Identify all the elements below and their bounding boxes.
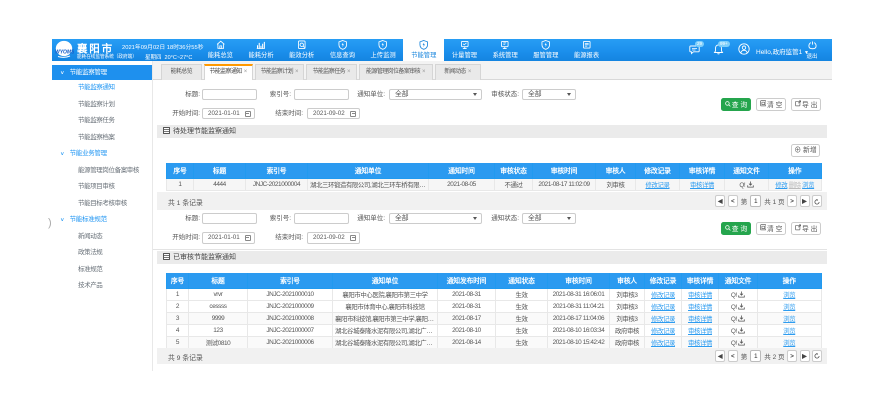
svg-text:WYOMS: WYOMS [55,50,74,56]
